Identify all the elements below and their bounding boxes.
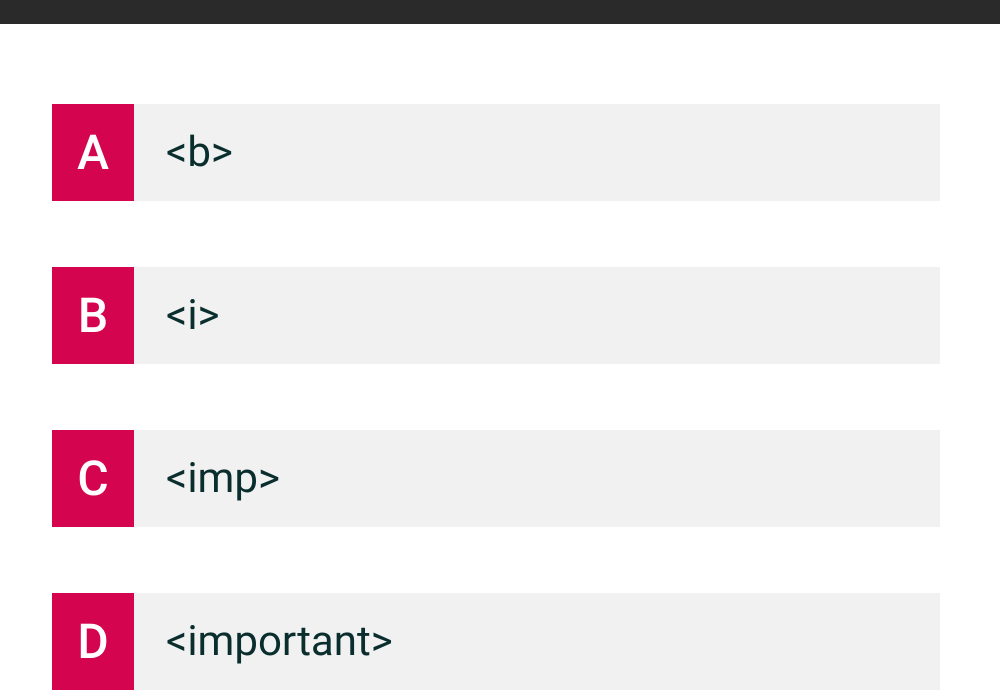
option-c-text: <imp>	[134, 430, 940, 527]
option-c[interactable]: C <imp>	[52, 430, 940, 527]
option-d[interactable]: D <important>	[52, 593, 940, 690]
option-b-text: <i>	[134, 267, 940, 364]
quiz-options: A <b> B <i> C <imp> D <important>	[0, 24, 1000, 690]
option-d-text: <important>	[134, 593, 940, 690]
option-b-letter: B	[52, 267, 134, 364]
option-a-text: <b>	[134, 104, 940, 201]
option-d-letter: D	[52, 593, 134, 690]
option-c-letter: C	[52, 430, 134, 527]
option-b[interactable]: B <i>	[52, 267, 940, 364]
top-bar	[0, 0, 1000, 24]
option-a-letter: A	[52, 104, 134, 201]
option-a[interactable]: A <b>	[52, 104, 940, 201]
